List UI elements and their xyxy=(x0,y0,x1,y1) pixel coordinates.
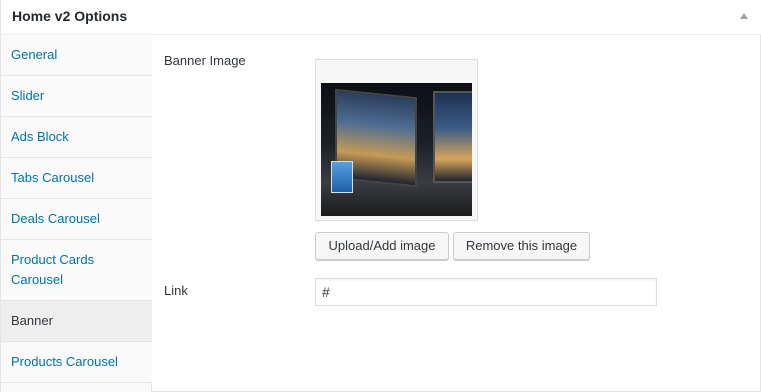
city-screen-right xyxy=(433,91,472,183)
remove-image-button[interactable]: Remove this image xyxy=(453,232,590,260)
tab-ads-block[interactable]: Ads Block xyxy=(1,117,152,158)
upload-image-button[interactable]: Upload/Add image xyxy=(315,232,449,260)
tab-deals-carousel[interactable]: Deals Carousel xyxy=(1,199,152,240)
tab-products-carousel[interactable]: Products Carousel xyxy=(1,342,152,383)
tab-general[interactable]: General xyxy=(1,35,152,76)
home-v2-options-panel: Home v2 Options General Slider Ads Block… xyxy=(0,0,761,392)
panel-header[interactable]: Home v2 Options xyxy=(1,0,761,35)
link-input[interactable] xyxy=(315,278,657,306)
tab-tabs-carousel[interactable]: Tabs Carousel xyxy=(1,158,152,199)
product-badge-icon xyxy=(331,161,353,193)
link-label: Link xyxy=(164,283,188,298)
tab-slider[interactable]: Slider xyxy=(1,76,152,117)
collapse-arrow-icon[interactable] xyxy=(740,13,748,19)
tab-banner[interactable]: Banner xyxy=(1,301,152,342)
banner-image-label: Banner Image xyxy=(164,53,246,68)
options-sidebar: General Slider Ads Block Tabs Carousel D… xyxy=(1,35,152,392)
tab-product-cards-carousel[interactable]: Product Cards Carousel xyxy=(1,240,152,301)
banner-image-preview xyxy=(315,59,478,221)
banner-thumbnail xyxy=(321,83,472,216)
panel-title: Home v2 Options xyxy=(12,8,128,24)
banner-settings: Banner Image Upload/Add image Remove thi… xyxy=(152,35,761,392)
